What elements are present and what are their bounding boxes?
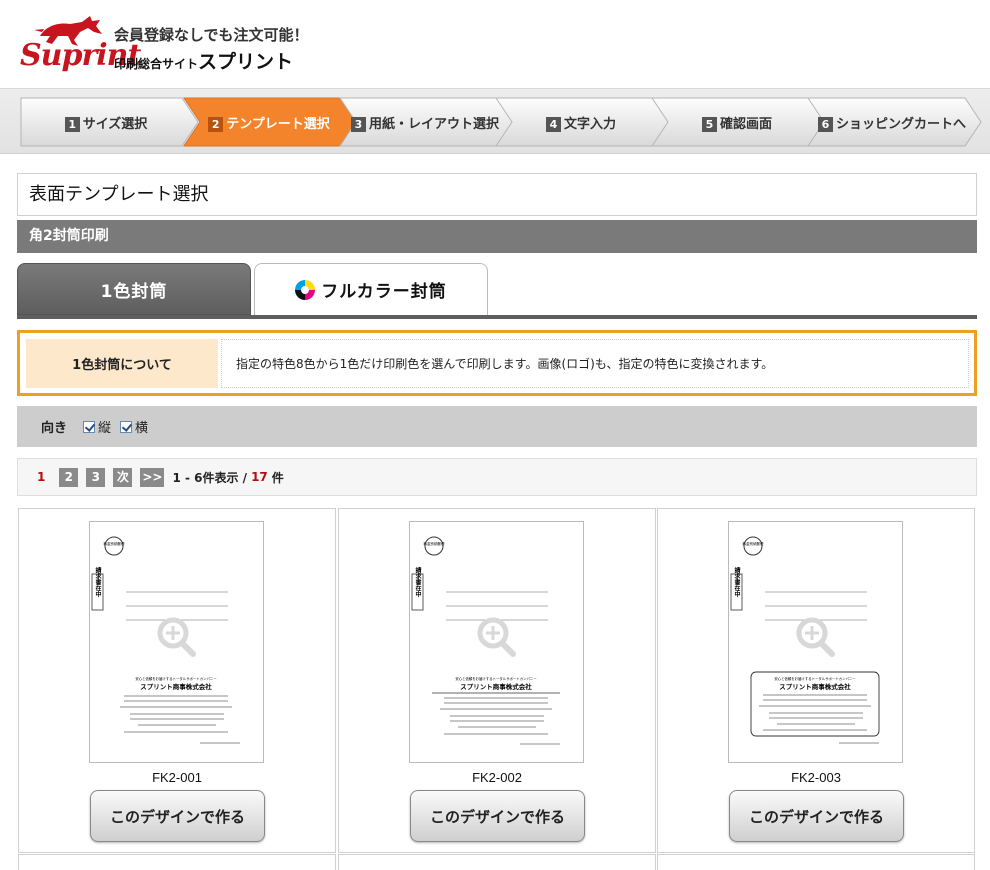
vertical-label: 請求書在中	[414, 566, 421, 598]
step-cart[interactable]: 6 ショッピングカートへ	[807, 97, 982, 147]
tagline: 会員登録なしでも注文可能！	[114, 26, 309, 44]
vertical-label: 請求書在中	[94, 566, 101, 598]
checkbox-checked-icon[interactable]	[120, 420, 133, 433]
step-text: 用紙・レイアウト選択	[368, 116, 499, 132]
template-card: 料金別納郵便 請求書在中 安心と信頼をお届けするトータルサポートカンパニー スプ…	[18, 508, 336, 853]
step-number: 6	[817, 116, 833, 132]
template-code: FK2-001	[152, 770, 202, 785]
step-text: サイズ選択	[82, 116, 148, 132]
result-range: 1 - 6件表示 /	[172, 470, 248, 485]
site-label-small: 印刷総合サイト	[114, 57, 199, 71]
step-text: テンプレート選択	[226, 116, 330, 132]
template-card-partial	[18, 854, 336, 870]
step-number: 2	[208, 116, 224, 132]
orientation-landscape-checkbox[interactable]: 横	[120, 417, 148, 436]
template-thumbnail[interactable]: 料金別納郵便 請求書在中 安心と信頼をお届けするトータルサポートカンパニー スプ…	[409, 521, 584, 763]
step-number: 4	[545, 116, 561, 132]
template-card-partial	[338, 854, 656, 870]
product-subtitle: 角2封筒印刷	[17, 220, 977, 253]
next-page-link[interactable]: 次	[113, 467, 133, 487]
info-label: 1色封筒について	[26, 339, 218, 388]
last-page-link[interactable]: >>	[140, 467, 165, 487]
orientation-label: 向き	[41, 421, 68, 436]
step-number: 1	[64, 116, 80, 132]
result-unit: 件	[271, 470, 284, 485]
color-wheel-icon	[295, 279, 316, 300]
vertical-label: 請求書在中	[733, 566, 740, 598]
steps: 1 サイズ選択 2 テンプレート選択 3 用紙・レイアウト選択 4 文字入力 5 確認画面…	[20, 97, 990, 147]
step-number: 3	[350, 116, 366, 132]
use-design-button[interactable]: このデザインで作る	[410, 790, 585, 842]
catchphrase-text: 安心と信頼をお届けするトータルサポートカンパニー	[774, 676, 856, 681]
tab-full-color-label: フルカラー封筒	[321, 282, 447, 302]
template-code: FK2-002	[472, 770, 522, 785]
catchphrase-text: 安心と信頼をお届けするトータルサポートカンパニー	[135, 676, 217, 681]
step-label-2: 2 テンプレート選択	[208, 113, 330, 132]
template-thumbnail[interactable]: 料金別納郵便 請求書在中 安心と信頼をお届けするトータルサポートカンパニー スプ…	[728, 521, 903, 763]
progress-steps-bar: 1 サイズ選択 2 テンプレート選択 3 用紙・レイアウト選択 4 文字入力 5 確認画面…	[0, 88, 990, 154]
orientation-filter: 向き 縦 横	[17, 406, 977, 447]
use-design-button[interactable]: このデザインで作る	[90, 790, 265, 842]
envelope-preview: 料金別納郵便 請求書在中 安心と信頼をお届けするトータルサポートカンパニー スプ…	[730, 536, 880, 744]
step-label-6: 6 ショッピングカートへ	[817, 113, 966, 132]
step-text: 文字入力	[563, 116, 616, 132]
template-card: 料金別納郵便 請求書在中 安心と信頼をお届けするトータルサポートカンパニー スプ…	[338, 508, 656, 853]
result-total: 17	[251, 470, 268, 484]
step-confirm[interactable]: 5 確認画面	[651, 97, 826, 147]
step-template-select[interactable]: 2 テンプレート選択	[183, 97, 358, 147]
step-label-1: 1 サイズ選択	[64, 113, 148, 132]
tab-divider	[17, 315, 977, 319]
template-card-partial	[657, 854, 975, 870]
checkbox-label: 横	[135, 421, 149, 436]
step-label-5: 5 確認画面	[701, 113, 772, 132]
step-number: 5	[701, 116, 717, 132]
template-code: FK2-003	[791, 770, 841, 785]
page-title: 表面テンプレート選択	[17, 173, 977, 216]
company-name-text: スプリント商事株式会社	[460, 682, 532, 691]
orientation-portrait-checkbox[interactable]: 縦	[83, 417, 111, 436]
postage-stamp-text: 料金別納郵便	[424, 541, 445, 546]
checkbox-label: 縦	[98, 421, 112, 436]
use-design-button[interactable]: このデザインで作る	[729, 790, 904, 842]
one-color-info-box: 1色封筒について 指定の特色8色から1色だけ印刷色を選んで印刷します。画像(ロゴ…	[17, 330, 977, 396]
template-thumbnail[interactable]: 料金別納郵便 請求書在中 安心と信頼をお届けするトータルサポートカンパニー スプ…	[89, 521, 264, 763]
info-description: 指定の特色8色から1色だけ印刷色を選んで印刷します。画像(ロゴ)も、指定の特色に…	[221, 339, 969, 388]
company-name-text: スプリント商事株式会社	[140, 682, 212, 691]
template-card: 料金別納郵便 請求書在中 安心と信頼をお届けするトータルサポートカンパニー スプ…	[657, 508, 975, 853]
site-header: Suprint 会員登録なしでも注文可能！ 印刷総合サイトスプリント	[0, 0, 990, 88]
envelope-preview: 料金別納郵便 請求書在中 安心と信頼をお届けするトータルサポートカンパニー スプ…	[411, 536, 560, 745]
site-label-big: スプリント	[198, 51, 294, 73]
step-text: 確認画面	[719, 116, 772, 132]
tab-full-color[interactable]: フルカラー封筒	[254, 263, 488, 315]
postage-stamp-text: 料金別納郵便	[743, 541, 764, 546]
checkbox-checked-icon[interactable]	[83, 420, 96, 433]
tab-one-color-label: 1色封筒	[100, 281, 168, 302]
step-label-4: 4 文字入力	[545, 113, 616, 132]
step-size-select[interactable]: 1 サイズ選択	[20, 97, 199, 147]
step-text-input[interactable]: 4 文字入力	[495, 97, 670, 147]
site-subtitle: 印刷総合サイトスプリント	[114, 47, 293, 74]
step-paper-layout[interactable]: 3 用紙・レイアウト選択	[339, 97, 514, 147]
envelope-preview: 料金別納郵便 請求書在中 安心と信頼をお届けするトータルサポートカンパニー スプ…	[91, 536, 240, 744]
pagination: 1 2 3 次 >> 1 - 6件表示 / 17 件	[17, 458, 977, 496]
company-name-text: スプリント商事株式会社	[779, 682, 851, 691]
tab-one-color[interactable]: 1色封筒	[17, 263, 251, 315]
step-text: ショッピングカートへ	[835, 116, 966, 132]
postage-stamp-text: 料金別納郵便	[104, 541, 125, 546]
catchphrase-text: 安心と信頼をお届けするトータルサポートカンパニー	[455, 676, 537, 681]
step-label-3: 3 用紙・レイアウト選択	[350, 113, 499, 132]
page-2-link[interactable]: 2	[59, 467, 79, 487]
current-page: 1	[37, 470, 46, 484]
page-3-link[interactable]: 3	[86, 467, 106, 487]
